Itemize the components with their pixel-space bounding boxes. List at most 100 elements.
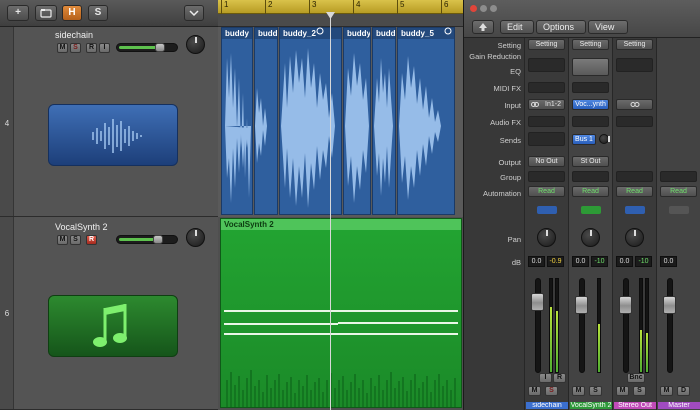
edit-menu[interactable]: Edit [500, 20, 534, 34]
midi-fx-slot[interactable] [528, 82, 565, 93]
volume-fader-handle[interactable] [531, 293, 544, 311]
track-volume-slider[interactable] [116, 235, 178, 244]
record-button[interactable]: R [553, 373, 566, 383]
row-label-output: Output [498, 158, 521, 167]
mute-button[interactable]: M [57, 43, 68, 53]
track-volume-slider[interactable] [116, 43, 178, 52]
pan-knob[interactable] [186, 35, 205, 54]
level-meter [597, 278, 601, 373]
options-menu[interactable]: Options [536, 20, 586, 34]
input-slot[interactable] [616, 99, 653, 110]
channel-name[interactable]: Master [658, 402, 700, 409]
mute-button[interactable]: M [616, 386, 629, 396]
minimize-window-button[interactable] [480, 5, 487, 12]
eq-slot[interactable] [616, 58, 653, 72]
volume-handle[interactable] [153, 235, 163, 244]
row-label-midi-fx: MIDI FX [493, 84, 522, 93]
channel-name[interactable]: Stereo Out [614, 402, 656, 409]
setting-slot[interactable]: Setting [616, 39, 653, 50]
volume-db[interactable]: 0.0 [616, 256, 633, 267]
dim-button[interactable]: D [677, 386, 690, 396]
send-slot[interactable]: Bus 1 [572, 134, 596, 145]
channel-name[interactable]: VocalSynth 2 [570, 402, 612, 409]
audio-fx-slot[interactable] [572, 116, 609, 127]
channel-name[interactable]: sidechain [526, 402, 568, 409]
peak-db[interactable]: -0.9 [547, 256, 564, 267]
volume-db[interactable]: 0.0 [528, 256, 545, 267]
automation-slot[interactable]: Read [572, 186, 609, 197]
eq-slot[interactable] [572, 58, 609, 76]
collapse-button[interactable] [184, 5, 204, 21]
playhead-handle-icon[interactable] [326, 12, 335, 20]
pan-knob[interactable] [186, 228, 205, 247]
automation-slot[interactable]: Read [528, 186, 565, 197]
group-slot[interactable] [660, 171, 697, 182]
automation-slot[interactable]: Read [616, 186, 653, 197]
volume-fader-handle[interactable] [575, 296, 588, 314]
midi-fx-slot[interactable] [572, 82, 609, 93]
volume-fader-track[interactable] [579, 278, 585, 373]
setting-slot[interactable]: Setting [572, 39, 609, 50]
bounce-button[interactable]: Bnc [627, 373, 645, 383]
close-window-button[interactable] [470, 5, 477, 12]
mute-button[interactable]: M [57, 235, 68, 245]
input-slot[interactable]: In1-2 [528, 99, 565, 110]
group-slot[interactable] [572, 171, 609, 182]
group-slot[interactable] [528, 171, 565, 182]
marker-lane[interactable] [218, 14, 463, 27]
pan-knob[interactable] [625, 228, 644, 247]
ruler-mark: 4 [353, 0, 360, 14]
send-slot[interactable] [528, 132, 565, 146]
peak-db[interactable]: -10 [635, 256, 652, 267]
peak-db[interactable]: -10 [591, 256, 608, 267]
midi-region[interactable]: VocalSynth 2 [220, 218, 462, 408]
automation-slot[interactable]: Read [660, 186, 697, 197]
track-header-vocalsynth[interactable]: 6 VocalSynth 2 M S R [0, 217, 218, 410]
view-menu[interactable]: View [588, 20, 628, 34]
mute-button[interactable]: M [660, 386, 673, 396]
music-note-icon [48, 295, 178, 357]
add-track-button[interactable]: + [7, 5, 29, 21]
output-slot[interactable]: No Out [528, 156, 565, 167]
volume-fader-handle[interactable] [619, 296, 632, 314]
record-enable-button[interactable]: R [86, 235, 97, 245]
group-slot[interactable] [616, 171, 653, 182]
solo-button[interactable]: S [88, 5, 108, 21]
solo-button[interactable]: S [589, 386, 602, 396]
track-header-sidechain[interactable]: 4 sidechain M S R I [0, 27, 218, 217]
volume-fader-track[interactable] [667, 278, 673, 373]
output-slot[interactable]: St Out [572, 156, 609, 167]
mute-button[interactable]: M [572, 386, 585, 396]
eq-slot[interactable] [528, 58, 565, 72]
track-name[interactable]: sidechain [55, 30, 93, 40]
volume-fader-track[interactable] [623, 278, 629, 373]
volume-db[interactable]: 0.0 [660, 256, 677, 267]
pan-knob[interactable] [581, 228, 600, 247]
send-level-knob[interactable] [599, 134, 610, 144]
audio-fx-slot[interactable] [528, 116, 565, 127]
pan-knob[interactable] [537, 228, 556, 247]
mute-button[interactable]: M [528, 386, 541, 396]
waveform-glyph [92, 119, 142, 153]
volume-db[interactable]: 0.0 [572, 256, 589, 267]
zoom-window-button[interactable] [490, 5, 497, 12]
volume-fader-handle[interactable] [663, 296, 676, 314]
instrument-slot[interactable]: Voc...ynth [572, 99, 609, 110]
row-label-eq: EQ [510, 67, 521, 76]
volume-handle[interactable] [155, 43, 165, 52]
solo-button[interactable]: S [70, 43, 81, 53]
solo-button[interactable]: S [70, 235, 81, 245]
track-name[interactable]: VocalSynth 2 [55, 222, 108, 232]
setting-slot[interactable]: Setting [528, 39, 565, 50]
solo-button[interactable]: S [545, 386, 558, 396]
record-enable-button[interactable]: R [86, 43, 97, 53]
new-folder-button[interactable] [35, 5, 57, 21]
bar-ruler[interactable]: 1 2 3 4 5 6 [218, 0, 463, 14]
hide-button[interactable]: H [62, 5, 82, 21]
back-button[interactable] [472, 20, 494, 34]
playhead-line[interactable] [330, 12, 331, 410]
input-monitor-button[interactable]: I [99, 43, 110, 53]
input-button[interactable]: I [539, 373, 552, 383]
audio-fx-slot[interactable] [616, 116, 653, 127]
solo-button[interactable]: S [633, 386, 646, 396]
